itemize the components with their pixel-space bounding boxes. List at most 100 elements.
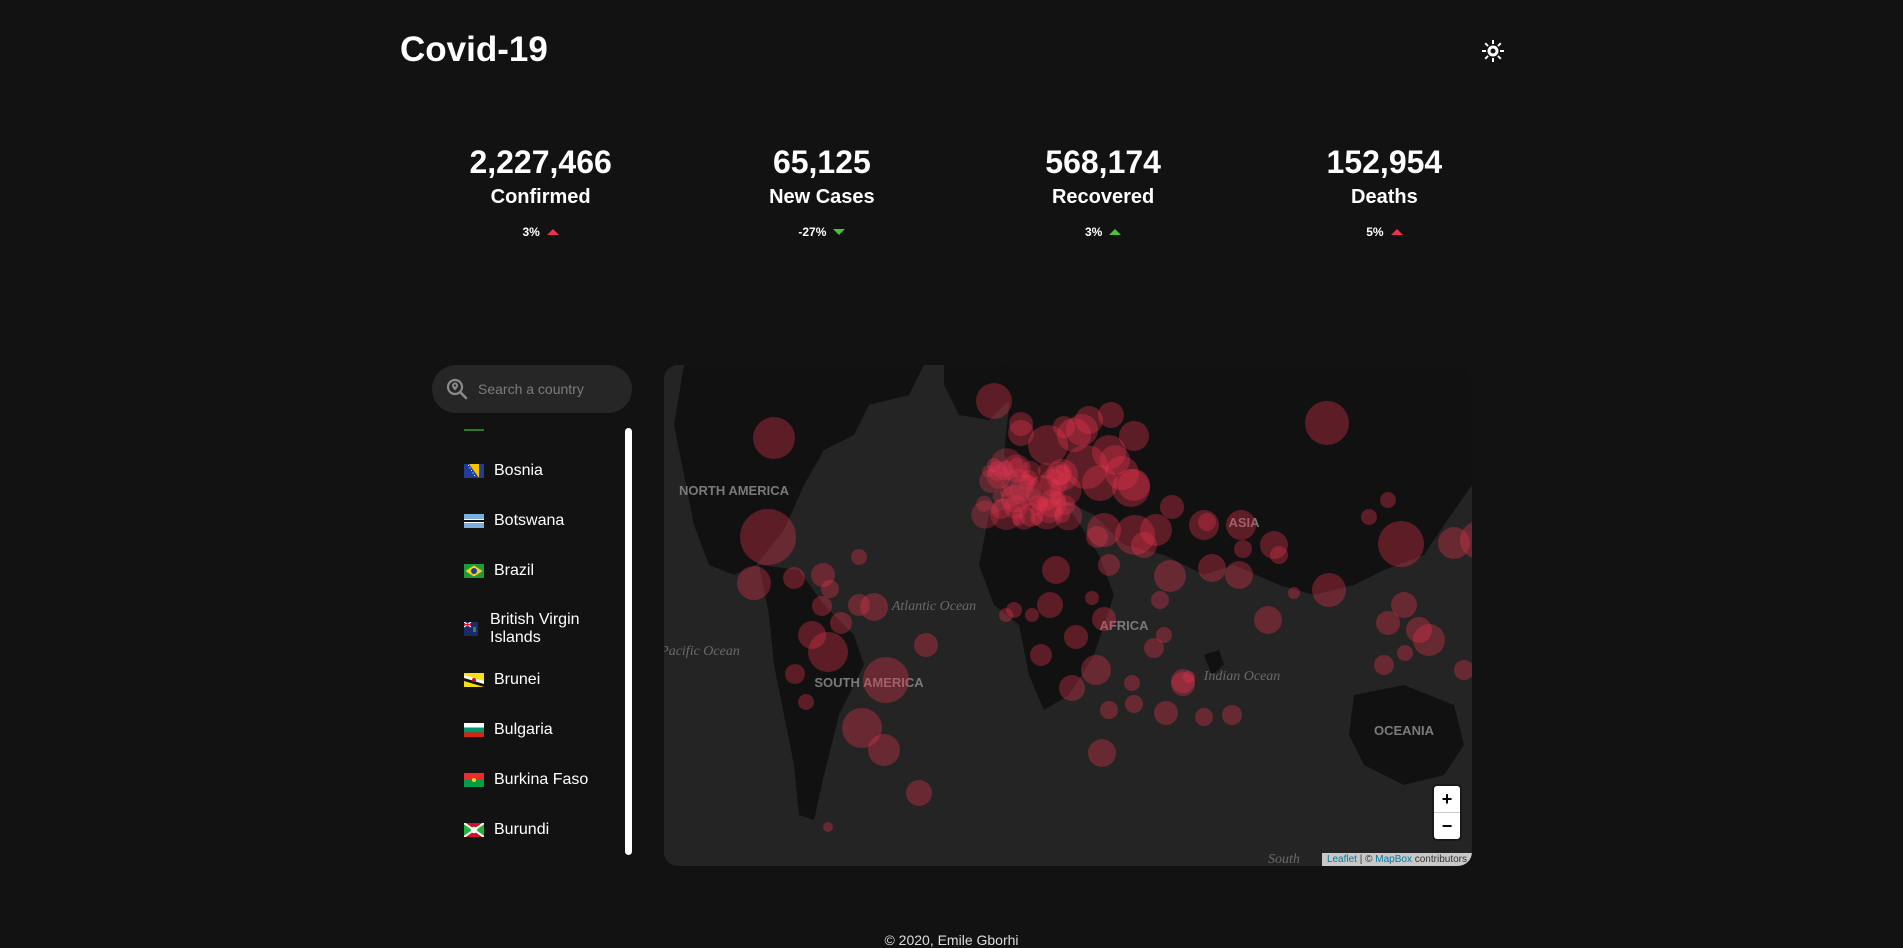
stat-change: 3%	[522, 225, 559, 239]
country-name: Burundi	[494, 821, 550, 838]
case-bubble[interactable]	[1154, 701, 1178, 725]
case-bubble[interactable]	[1030, 644, 1052, 666]
stat-change: -27%	[798, 225, 846, 239]
case-bubble[interactable]	[1144, 638, 1164, 658]
country-item-burundi[interactable]: Burundi	[464, 821, 549, 839]
british-virgin-islands-flag-icon	[464, 622, 478, 636]
case-bubble[interactable]	[1312, 573, 1346, 607]
case-bubble[interactable]	[1088, 739, 1116, 767]
case-bubble[interactable]	[1376, 611, 1400, 635]
case-bubble[interactable]	[1288, 587, 1300, 599]
case-bubble[interactable]	[1100, 701, 1118, 719]
case-bubble[interactable]	[821, 580, 839, 598]
case-bubble[interactable]	[1397, 645, 1413, 661]
case-bubble[interactable]	[1081, 655, 1111, 685]
case-bubble[interactable]	[830, 612, 852, 634]
case-bubble[interactable]	[1085, 591, 1099, 605]
case-bubble[interactable]	[1006, 602, 1022, 618]
case-bubble[interactable]	[1086, 526, 1108, 548]
case-bubble[interactable]	[906, 780, 932, 806]
zoom-control: + −	[1434, 786, 1460, 839]
ocean-label: Atlantic Ocean	[891, 599, 976, 614]
country-list-scrollbar[interactable]	[625, 428, 632, 855]
country-item-brazil[interactable]: Brazil	[464, 562, 534, 580]
case-bubble[interactable]	[798, 694, 814, 710]
case-bubble[interactable]	[1234, 540, 1252, 558]
country-item-bosnia[interactable]: Bosnia	[464, 462, 543, 480]
case-bubble[interactable]	[1125, 695, 1143, 713]
case-bubble[interactable]	[1105, 456, 1139, 490]
case-bubble[interactable]	[1361, 509, 1377, 525]
country-item-burkina-faso[interactable]: Burkina Faso	[464, 771, 588, 789]
case-bubble[interactable]	[1037, 592, 1063, 618]
country-item-botswana[interactable]: Botswana	[464, 512, 564, 530]
country-item-bulgaria[interactable]: Bulgaria	[464, 721, 553, 739]
country-name: Botswana	[494, 512, 565, 529]
case-bubble[interactable]	[982, 465, 995, 478]
case-bubble[interactable]	[1270, 546, 1288, 564]
world-map[interactable]: NORTH AMERICA SOUTH AMERICA AFRICA ASIA …	[664, 365, 1472, 866]
case-bubble[interactable]	[753, 417, 795, 459]
case-bubble[interactable]	[783, 567, 805, 589]
case-bubble[interactable]	[1195, 708, 1213, 726]
case-bubble[interactable]	[740, 509, 796, 565]
case-bubble[interactable]	[1037, 462, 1054, 479]
country-search	[432, 365, 632, 413]
case-bubble[interactable]	[868, 734, 900, 766]
zoom-out-button[interactable]: −	[1434, 812, 1460, 839]
case-bubble[interactable]	[823, 822, 833, 832]
case-bubble[interactable]	[1305, 401, 1349, 445]
case-bubble[interactable]	[1225, 561, 1253, 589]
leaflet-link[interactable]: Leaflet	[1327, 854, 1357, 865]
case-bubble[interactable]	[1226, 510, 1256, 540]
case-bubble[interactable]	[1378, 521, 1424, 567]
attribution-suffix: contributors	[1411, 854, 1467, 865]
case-bubble[interactable]	[1098, 554, 1120, 576]
case-bubble[interactable]	[1154, 560, 1186, 592]
case-bubble[interactable]	[1059, 675, 1085, 701]
brunei-flag-icon	[464, 673, 484, 687]
zoom-in-button[interactable]: +	[1434, 786, 1460, 812]
case-bubble[interactable]	[1198, 554, 1226, 582]
sun-icon	[1482, 40, 1504, 62]
case-bubble[interactable]	[1151, 591, 1169, 609]
case-bubble[interactable]	[1021, 469, 1038, 486]
mapbox-link[interactable]: MapBox	[1375, 854, 1412, 865]
case-bubble[interactable]	[851, 549, 867, 565]
case-bubble[interactable]	[1171, 672, 1195, 696]
brazil-flag-icon	[464, 564, 484, 578]
trend-down-icon	[833, 229, 846, 235]
map-label: OCEANIA	[1374, 723, 1435, 738]
case-bubble[interactable]	[1413, 624, 1445, 656]
trend-up-icon	[1390, 229, 1403, 235]
case-bubble[interactable]	[798, 621, 826, 649]
case-bubble[interactable]	[1198, 513, 1216, 531]
case-bubble[interactable]	[812, 596, 832, 616]
case-bubble[interactable]	[1160, 495, 1184, 519]
case-bubble[interactable]	[860, 593, 888, 621]
case-bubble[interactable]	[1025, 608, 1039, 622]
case-bubble[interactable]	[1055, 495, 1076, 516]
country-item-brunei[interactable]: Brunei	[464, 671, 540, 689]
case-bubble[interactable]	[1009, 412, 1033, 436]
case-bubble[interactable]	[1380, 492, 1396, 508]
case-bubble[interactable]	[976, 495, 993, 512]
case-bubble[interactable]	[1222, 705, 1242, 725]
case-bubble[interactable]	[1140, 514, 1172, 546]
case-bubble[interactable]	[1374, 655, 1394, 675]
case-bubble[interactable]	[1254, 606, 1282, 634]
country-item-british-virgin-islands[interactable]: British Virgin Islands	[464, 611, 594, 647]
case-bubble[interactable]	[1075, 406, 1103, 434]
case-bubble[interactable]	[1064, 625, 1088, 649]
theme-toggle-button[interactable]	[1480, 38, 1506, 64]
case-bubble[interactable]	[976, 383, 1012, 419]
case-bubble[interactable]	[863, 657, 909, 703]
case-bubble[interactable]	[1011, 505, 1036, 530]
case-bubble[interactable]	[1124, 675, 1140, 691]
case-bubble[interactable]	[737, 566, 771, 600]
case-bubble[interactable]	[785, 664, 805, 684]
search-input[interactable]	[476, 380, 620, 398]
case-bubble[interactable]	[914, 633, 938, 657]
case-bubble[interactable]	[1092, 607, 1116, 631]
case-bubble[interactable]	[1042, 556, 1070, 584]
